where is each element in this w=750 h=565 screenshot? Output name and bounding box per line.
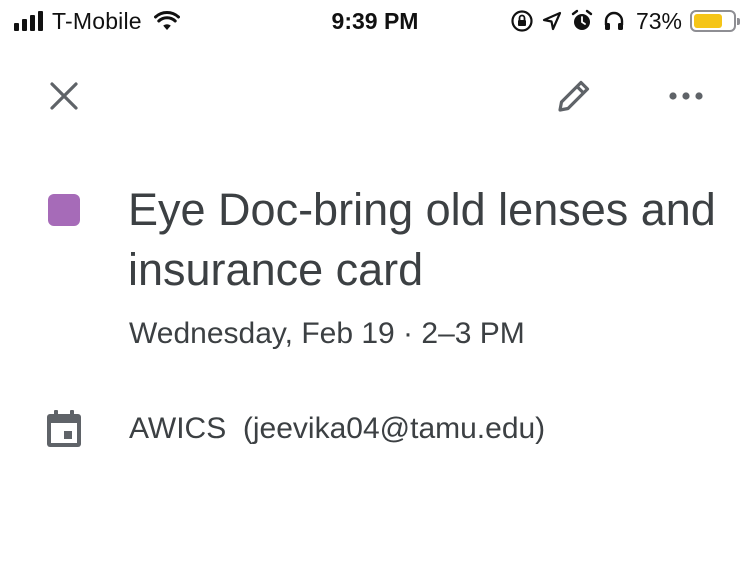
status-bar: T-Mobile 9:39 PM 73%: [0, 0, 750, 42]
calendar-account: (jeevika04@tamu.edu): [242, 412, 546, 445]
status-right: 73%: [510, 6, 740, 36]
more-options-button[interactable]: [660, 72, 712, 120]
battery-nub: [737, 18, 740, 25]
event-color-chip: [48, 194, 80, 226]
more-horizontal-icon: [669, 92, 703, 100]
orientation-lock-icon: [511, 10, 533, 32]
headphones-icon: [604, 11, 624, 30]
battery-icon: [690, 10, 740, 32]
battery-fill: [694, 14, 722, 28]
location-icon: [542, 11, 562, 31]
calendar-name: AWICS: [129, 412, 227, 445]
alarm-icon: [571, 9, 593, 30]
pencil-icon: [558, 80, 590, 112]
battery-percent: 73%: [635, 7, 682, 34]
event-time: Wednesday, Feb 19 · 2–3 PM: [129, 317, 525, 350]
calendar-source: AWICS (jeevika04@tamu.edu): [129, 410, 545, 448]
event-title: Eye Doc-bring old lenses and insurance c…: [128, 184, 716, 295]
close-button[interactable]: [40, 72, 88, 120]
close-icon: [50, 82, 78, 110]
calendar-icon: [47, 410, 81, 447]
edit-button[interactable]: [548, 70, 600, 122]
